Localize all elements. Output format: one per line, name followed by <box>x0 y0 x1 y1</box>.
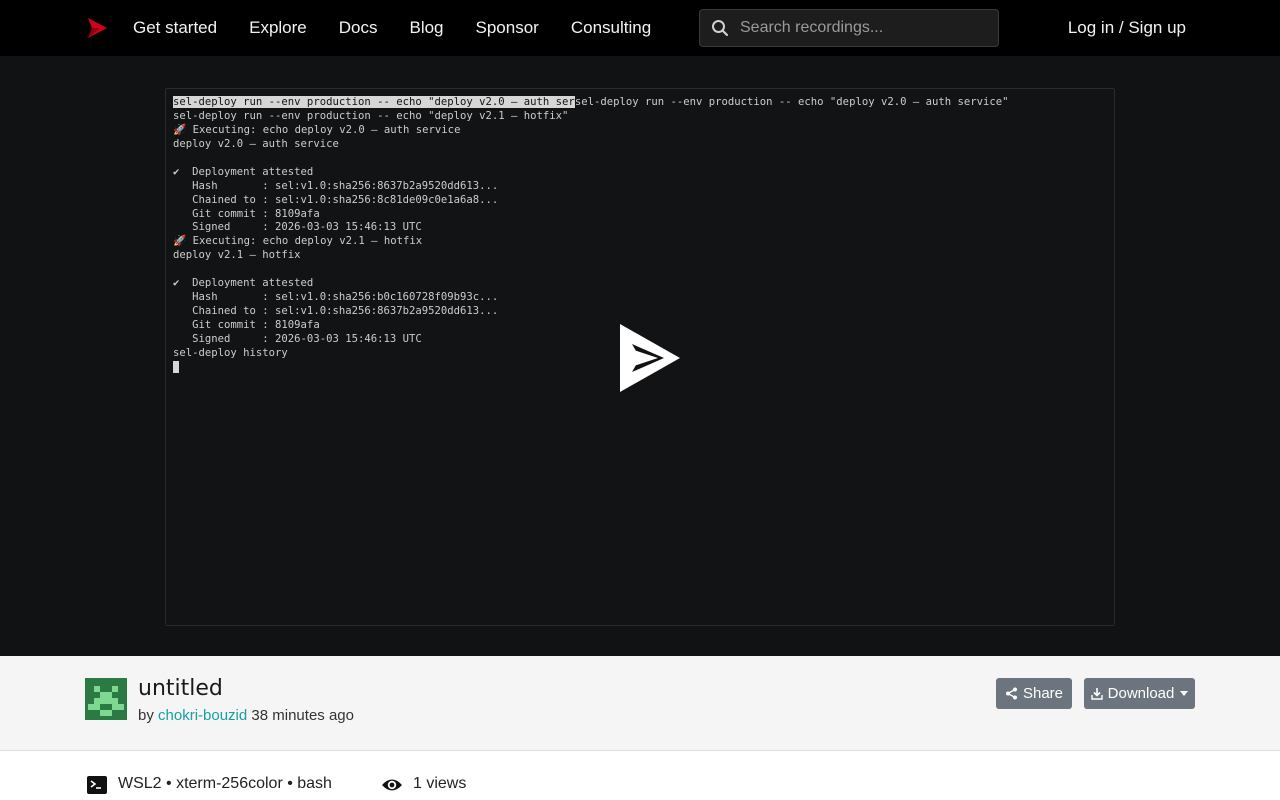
views-count: 1 views <box>413 775 467 792</box>
terminal-line-text: Hash : sel:v1.0:sha256:b0c160728f09b93c.… <box>173 291 499 304</box>
download-button[interactable]: Download <box>1084 678 1195 709</box>
environment-info: WSL2 • xterm-256color • bash <box>118 775 332 792</box>
terminal-line: Git commit : 8109afa <box>173 208 1009 222</box>
terminal-line-text: sel-deploy run --env production -- echo … <box>574 96 1009 108</box>
download-label: Download <box>1107 685 1175 702</box>
nav-link-sponsor[interactable]: Sponsor <box>476 18 539 38</box>
nav-link-docs[interactable]: Docs <box>339 18 378 38</box>
terminal-icon <box>87 776 107 794</box>
terminal-line-text: Git commit : 8109afa <box>173 319 320 331</box>
share-icon <box>1005 687 1017 700</box>
terminal-line: sel-deploy run --env production -- echo … <box>173 110 1009 124</box>
recording-meta: by chokri-bouzid 38 minutes ago <box>138 707 354 724</box>
share-label: Share <box>1022 685 1064 702</box>
terminal-line-text: Signed : 2026-03-03 15:46:13 UTC <box>173 221 422 234</box>
recording-details: WSL2 • xterm-256color • bash 1 views <box>0 751 1280 800</box>
terminal-line: Chained to : sel:v1.0:sha256:8637b2a9520… <box>173 305 1009 319</box>
login-signup-link[interactable]: Log in / Sign up <box>1068 0 1186 56</box>
share-button[interactable]: Share <box>996 678 1072 709</box>
terminal-line-text: Hash : sel:v1.0:sha256:8637b2a9520dd613.… <box>173 179 499 192</box>
terminal-line-text: sel-deploy run --env production -- echo … <box>173 109 569 122</box>
terminal-line: 🚀 Executing: echo deploy v2.0 – auth ser… <box>173 124 1009 138</box>
terminal-line-text: deploy v2.1 – hotfix <box>173 249 301 262</box>
terminal-line: deploy v2.1 – hotfix <box>173 249 1009 263</box>
terminal-line: sel-deploy history <box>173 347 1009 361</box>
terminal-output: sel-deploy run --env production -- echo … <box>173 96 1009 375</box>
terminal-line: sel-deploy run --env production -- echo … <box>173 96 1009 110</box>
terminal-selection: sel-deploy run --env production -- echo … <box>173 96 575 108</box>
terminal-line: Signed : 2026-03-03 15:46:13 UTC <box>173 333 1009 347</box>
asciinema-logo-icon[interactable] <box>86 17 108 39</box>
terminal-line: Git commit : 8109afa <box>173 319 1009 333</box>
terminal-line-text: ✔ Deployment attested <box>173 277 314 290</box>
download-icon <box>1090 688 1103 700</box>
nav-links: Get started Explore Docs Blog Sponsor Consult… <box>133 0 683 56</box>
time-ago: 38 minutes ago <box>251 707 354 724</box>
terminal-line: ✔ Deployment attested <box>173 277 1009 291</box>
terminal-line-text: sel-deploy history <box>173 346 288 359</box>
eye-icon <box>382 779 402 791</box>
terminal-cursor <box>173 360 179 373</box>
terminal-line-text: Git commit : 8109afa <box>173 207 320 220</box>
terminal-line-text: 🚀 Executing: echo deploy v2.1 – hotfix <box>173 235 423 248</box>
search-input[interactable] <box>740 10 998 46</box>
terminal-line: Hash : sel:v1.0:sha256:8637b2a9520dd613.… <box>173 180 1009 194</box>
search-icon <box>712 20 729 37</box>
recording-title: untitled <box>138 676 223 701</box>
terminal-cursor-line <box>173 360 1009 375</box>
terminal-line-text: ✔ Deployment attested <box>173 165 314 178</box>
terminal-line-text: Chained to : sel:v1.0:sha256:8c81de09c0e… <box>173 193 499 206</box>
recording-info: untitled by chokri-bouzid 38 minutes ago… <box>0 656 1280 751</box>
terminal-line: Chained to : sel:v1.0:sha256:8c81de09c0e… <box>173 194 1009 208</box>
nav-link-get-started[interactable]: Get started <box>133 18 217 38</box>
terminal-line: deploy v2.0 – auth service <box>173 138 1009 152</box>
terminal-line: Hash : sel:v1.0:sha256:b0c160728f09b93c.… <box>173 291 1009 305</box>
player-area: sel-deploy run --env production -- echo … <box>0 56 1280 656</box>
terminal-line-text: Signed : 2026-03-03 15:46:13 UTC <box>173 332 422 345</box>
terminal-line: ✔ Deployment attested <box>173 166 1009 180</box>
terminal-line-text: 🚀 Executing: echo deploy v2.0 – auth ser… <box>173 123 461 136</box>
terminal-line: 🚀 Executing: echo deploy v2.1 – hotfix <box>173 235 1009 249</box>
nav-link-consulting[interactable]: Consulting <box>571 18 651 38</box>
terminal-line-text: deploy v2.0 – auth service <box>173 137 339 150</box>
by-prefix: by <box>138 707 154 724</box>
top-navbar: Get started Explore Docs Blog Sponsor Consult… <box>0 0 1280 56</box>
terminal-line-text: Chained to : sel:v1.0:sha256:8637b2a9520… <box>173 305 499 318</box>
nav-link-blog[interactable]: Blog <box>409 18 443 38</box>
play-icon[interactable] <box>618 322 682 394</box>
avatar[interactable] <box>85 678 127 720</box>
search-box[interactable] <box>699 9 999 47</box>
terminal-line: Signed : 2026-03-03 15:46:13 UTC <box>173 221 1009 235</box>
nav-link-explore[interactable]: Explore <box>249 18 307 38</box>
chevron-down-icon <box>1180 691 1189 696</box>
author-link[interactable]: chokri-bouzid <box>158 707 247 724</box>
